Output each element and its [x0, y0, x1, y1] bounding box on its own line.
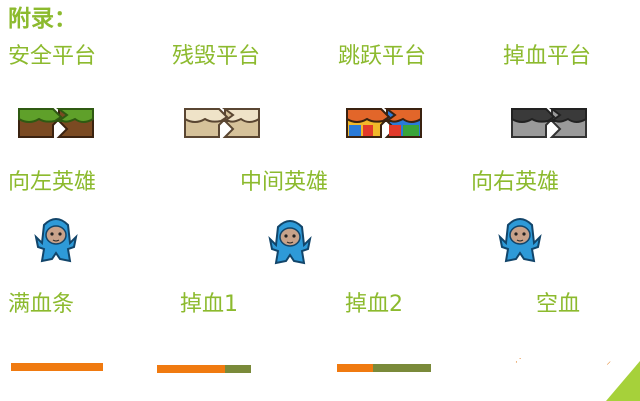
- health-label-full: 满血条: [8, 292, 75, 317]
- platform-label-damage: 掉血平台: [503, 44, 592, 69]
- grass-platform-icon: [18, 108, 94, 138]
- health-bar-full: [11, 363, 103, 371]
- hero-right-icon: [498, 218, 542, 263]
- broken-platform-icon: [184, 108, 260, 138]
- health-label-damage1: 掉血1: [180, 292, 238, 317]
- hero-label-left: 向左英雄: [8, 170, 97, 195]
- hero-label-center: 中间英雄: [240, 170, 329, 195]
- hero-left-icon: [34, 218, 78, 263]
- hero-label-right: 向右英雄: [471, 170, 560, 195]
- colorful-platform-icon: [346, 108, 422, 138]
- health-bar-empty: [372, 364, 431, 372]
- health-bar-empty-frame: ·˙ ⸝: [515, 357, 611, 370]
- health-bar-damage1: [157, 365, 251, 373]
- health-bar-empty: [224, 365, 251, 373]
- health-bar-fill: [11, 363, 103, 371]
- platform-label-jump: 跳跃平台: [338, 44, 427, 69]
- damage-platform-icon: [511, 108, 587, 138]
- health-bar-damage2: [337, 364, 431, 372]
- page-title: 附录：: [8, 6, 77, 32]
- hero-center-icon: [268, 220, 312, 265]
- health-label-damage2: 掉血2: [345, 292, 403, 317]
- health-bar-fill: [157, 365, 225, 373]
- platform-label-safe: 安全平台: [8, 44, 97, 69]
- platform-label-broken: 残毁平台: [172, 44, 261, 69]
- health-bar-fill: [337, 364, 373, 372]
- health-label-empty: 空血: [536, 292, 581, 317]
- corner-decoration: [606, 361, 640, 401]
- bar-left-edge-mark: ·˙: [515, 358, 523, 368]
